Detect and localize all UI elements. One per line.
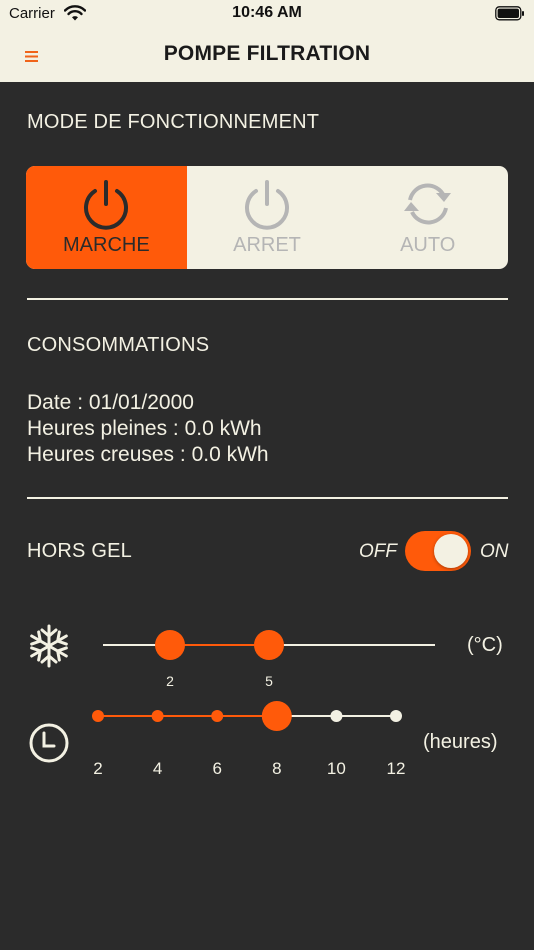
clock-time: 10:46 AM [232, 4, 302, 21]
duration-step-dot[interactable] [330, 710, 343, 722]
duration-unit: (heures) [423, 731, 498, 753]
duration-slider-handle[interactable] [261, 701, 292, 731]
duration-step-dot[interactable] [211, 710, 224, 722]
mode-option-label: AUTO [400, 234, 456, 256]
refresh-icon [398, 178, 458, 235]
mode-option-arret[interactable]: ARRET [187, 166, 348, 269]
frost-protection-toggle[interactable] [405, 531, 471, 571]
duration-step-label: 4 [152, 759, 163, 778]
duration-step-label: 8 [272, 759, 282, 778]
toggle-on-label: ON [480, 541, 509, 562]
toggle-knob [434, 534, 468, 568]
divider [27, 497, 508, 499]
power-icon [241, 178, 293, 235]
consumption-date: Date : 01/01/2000 [27, 391, 194, 414]
consumption-offpeak-hours: Heures creuses : 0.0 kWh [27, 443, 269, 466]
mode-option-label: ARRET [233, 234, 301, 256]
battery-icon [495, 6, 525, 26]
mode-segmented-control: MARCHE ARRET AUTO [26, 166, 508, 269]
mode-section-title: MODE DE FONCTIONNEMENT [27, 111, 320, 133]
toggle-off-label: OFF [359, 541, 397, 562]
page-title: POMPE FILTRATION [163, 42, 371, 65]
temperature-low-value: 2 [166, 673, 174, 689]
slider-layer [92, 630, 435, 731]
duration-step-dot[interactable] [92, 710, 104, 722]
frost-section-title: HORS GEL [27, 540, 132, 562]
duration-step-label: 2 [93, 759, 103, 778]
mode-option-auto[interactable]: AUTO [347, 166, 508, 269]
temperature-low-handle[interactable] [155, 630, 185, 660]
power-icon [80, 178, 132, 235]
navigation-bar: POMPE FILTRATION [0, 30, 534, 82]
duration-step-label: 10 [326, 759, 346, 778]
mode-option-marche[interactable]: MARCHE [26, 166, 187, 269]
temperature-high-value: 5 [265, 673, 273, 689]
divider [27, 298, 508, 300]
snowflake-icon [27, 624, 71, 673]
status-bar: Carrier 10:46 AM [0, 0, 534, 30]
duration-step-dot[interactable] [390, 710, 402, 722]
temperature-high-handle[interactable] [254, 630, 284, 660]
duration-step-label: 12 [386, 759, 406, 778]
mode-option-label: MARCHE [63, 234, 150, 256]
consumption-section-title: CONSOMMATIONS [27, 334, 210, 356]
consumption-peak-hours: Heures pleines : 0.0 kWh [27, 417, 262, 440]
temperature-unit: (°C) [467, 634, 503, 656]
duration-step-label: 6 [212, 759, 222, 778]
clock-icon [28, 722, 70, 769]
duration-step-dot[interactable] [151, 710, 164, 722]
